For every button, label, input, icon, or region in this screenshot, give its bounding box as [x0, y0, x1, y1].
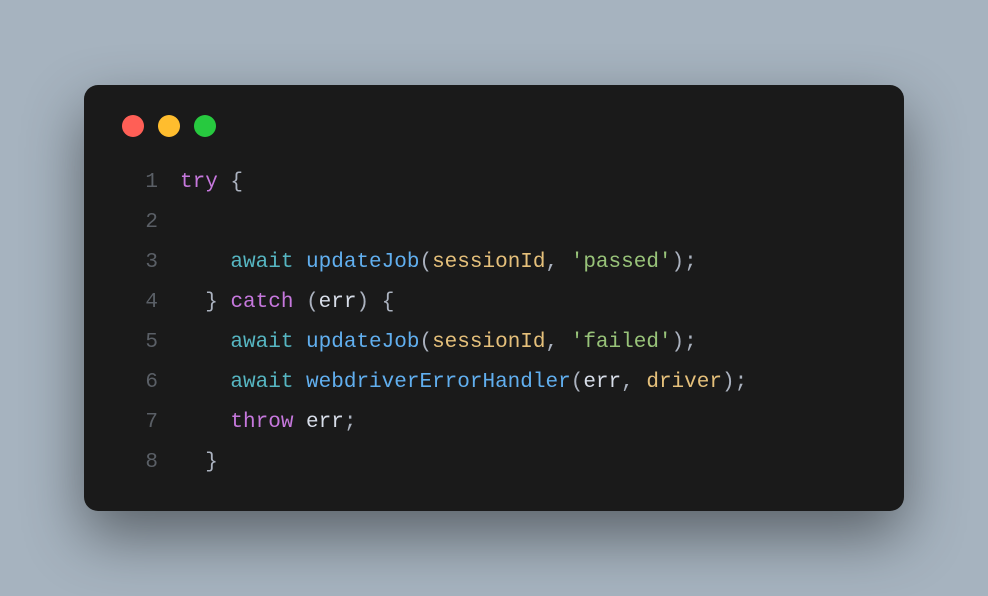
code-line: 5 await updateJob(sessionId, 'failed'); — [118, 323, 870, 363]
line-number: 2 — [118, 203, 158, 243]
paren-close: ) — [722, 371, 735, 394]
space — [218, 291, 231, 314]
paren-open: ( — [419, 331, 432, 354]
indent — [180, 371, 230, 394]
space — [293, 371, 306, 394]
code-line: 7 throw err; — [118, 403, 870, 443]
comma: , — [546, 251, 571, 274]
code-content: } catch (err) { — [180, 283, 394, 323]
paren-open: ( — [419, 251, 432, 274]
semicolon: ; — [735, 371, 748, 394]
keyword-try: try — [180, 171, 218, 194]
keyword-await: await — [230, 371, 293, 394]
brace-close: } — [205, 291, 218, 314]
indent — [180, 411, 230, 434]
code-line: 6 await webdriverErrorHandler(err, drive… — [118, 363, 870, 403]
function-updateJob: updateJob — [306, 331, 419, 354]
keyword-await: await — [230, 331, 293, 354]
paren-close: ) — [672, 331, 685, 354]
code-line: 1 try { — [118, 163, 870, 203]
keyword-throw: throw — [230, 411, 293, 434]
line-number: 7 — [118, 403, 158, 443]
code-content: await updateJob(sessionId, 'failed'); — [180, 323, 697, 363]
function-webdriverErrorHandler: webdriverErrorHandler — [306, 371, 571, 394]
paren-close: ) — [672, 251, 685, 274]
paren-open: ( — [571, 371, 584, 394]
space — [293, 411, 306, 434]
code-block[interactable]: 1 try { 2 3 await updateJob(sessionId, '… — [118, 163, 870, 482]
param-driver: driver — [646, 371, 722, 394]
code-content: throw err; — [180, 403, 356, 443]
space — [293, 331, 306, 354]
line-number: 3 — [118, 243, 158, 283]
param-sessionId: sessionId — [432, 331, 545, 354]
indent — [180, 331, 230, 354]
brace-close: } — [205, 451, 218, 474]
line-number: 8 — [118, 443, 158, 483]
window-controls — [118, 115, 870, 137]
brace: { — [218, 171, 243, 194]
semicolon: ; — [684, 331, 697, 354]
paren-open: ( — [306, 291, 319, 314]
line-number: 6 — [118, 363, 158, 403]
code-window: 1 try { 2 3 await updateJob(sessionId, '… — [84, 85, 904, 510]
brace-open: { — [369, 291, 394, 314]
maximize-icon[interactable] — [194, 115, 216, 137]
close-icon[interactable] — [122, 115, 144, 137]
code-line: 2 — [118, 203, 870, 243]
param-err: err — [319, 291, 357, 314]
string-failed: 'failed' — [571, 331, 672, 354]
indent — [180, 451, 205, 474]
string-passed: 'passed' — [571, 251, 672, 274]
indent — [180, 251, 230, 274]
line-number: 4 — [118, 283, 158, 323]
code-content: await updateJob(sessionId, 'passed'); — [180, 243, 697, 283]
code-line: 4 } catch (err) { — [118, 283, 870, 323]
line-number: 1 — [118, 163, 158, 203]
code-content: try { — [180, 163, 243, 203]
identifier-err: err — [306, 411, 344, 434]
function-updateJob: updateJob — [306, 251, 419, 274]
code-line: 8 } — [118, 443, 870, 483]
line-number: 5 — [118, 323, 158, 363]
code-content: } — [180, 443, 218, 483]
code-line: 3 await updateJob(sessionId, 'passed'); — [118, 243, 870, 283]
param-err: err — [583, 371, 621, 394]
space — [293, 291, 306, 314]
keyword-catch: catch — [230, 291, 293, 314]
comma: , — [621, 371, 646, 394]
param-sessionId: sessionId — [432, 251, 545, 274]
code-content: await webdriverErrorHandler(err, driver)… — [180, 363, 747, 403]
comma: , — [546, 331, 571, 354]
indent — [180, 291, 205, 314]
space — [293, 251, 306, 274]
keyword-await: await — [230, 251, 293, 274]
paren-close: ) — [356, 291, 369, 314]
semicolon: ; — [344, 411, 357, 434]
minimize-icon[interactable] — [158, 115, 180, 137]
semicolon: ; — [684, 251, 697, 274]
